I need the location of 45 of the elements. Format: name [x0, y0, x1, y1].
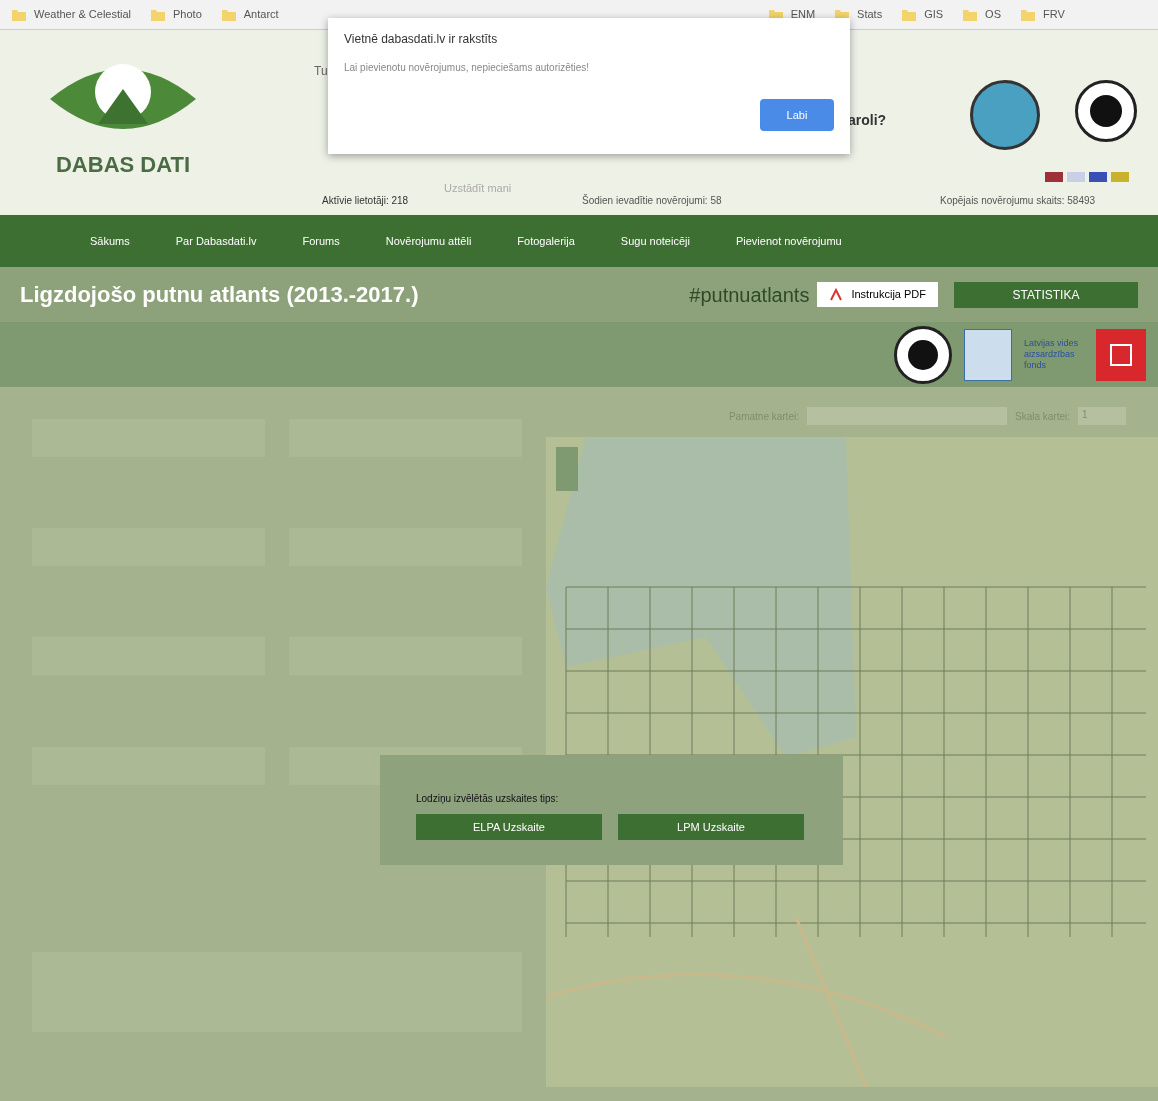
ok-button[interactable]: Labi	[760, 99, 834, 131]
flag-icon[interactable]	[1089, 172, 1107, 182]
bookmark-link[interactable]: OS	[985, 6, 1001, 23]
statistics-button[interactable]: STATISTIKA	[954, 281, 1138, 308]
folder-icon	[12, 8, 26, 21]
active-users-text: Aktīvie lietotāji: 218	[322, 194, 409, 208]
zoom-control[interactable]	[556, 447, 578, 491]
bookmark-link[interactable]: FRV	[1043, 6, 1065, 23]
nav-link[interactable]: Forums	[302, 232, 340, 250]
nav-link[interactable]: Sākums	[90, 232, 130, 250]
nav-link[interactable]: Pievienot novērojumu	[735, 232, 842, 250]
alert-message: Lai pievienotu novērojumus, nepieciešams autorizēties!	[344, 61, 591, 75]
folder-icon	[221, 8, 236, 21]
hashtag-text: #putnuatlants	[689, 282, 810, 308]
bookmark-link[interactable]: Weather & Celestial	[34, 6, 131, 23]
total-count-text: Kopējais novērojumu skaits: 58493	[940, 194, 1096, 208]
bookmark-link[interactable]: Antarct	[243, 6, 279, 23]
nav-link[interactable]: Par Dabasdati.lv	[175, 232, 257, 250]
nav-link[interactable]: Novērojumu attēli	[385, 232, 472, 250]
logo-text: DABAS DATI	[56, 151, 190, 179]
bookmark-link[interactable]: Stats	[857, 6, 883, 23]
bookmark-link[interactable]: GIS	[924, 6, 944, 23]
survey-type-button[interactable]: LPM Uzskaite	[618, 814, 804, 840]
partner-name-text: Latvijas vides aizsardzības fonds	[1024, 338, 1080, 371]
survey-type-label: Lodziņu izvēlētās uzskaites tips:	[416, 792, 560, 806]
wave-logo-icon	[964, 328, 1012, 381]
greeting-text: Tu	[314, 63, 328, 80]
nav-link[interactable]: Fotogalerija	[517, 232, 575, 250]
page-title: Ligzdojošo putnu atlants (2013.-2017.)	[20, 281, 419, 309]
folder-icon	[151, 8, 165, 21]
flag-icon[interactable]	[1045, 172, 1063, 182]
question-text: aroli?	[848, 111, 887, 130]
flag-icon[interactable]	[1067, 172, 1085, 182]
pdf-button[interactable]: Instrukcija PDF	[817, 282, 938, 307]
today-count-text: Šodien ievadītie novērojumi: 58	[582, 193, 722, 208]
pdf-icon	[829, 287, 844, 302]
nav-link[interactable]: Sugu noteicēji	[620, 232, 690, 250]
alert-title: Vietnē dabasdati.lv ir rakstīts	[344, 31, 499, 48]
folder-icon	[902, 8, 917, 21]
folder-icon	[1021, 8, 1035, 21]
folder-icon	[963, 8, 978, 21]
bird-logo-icon	[894, 325, 952, 384]
flag-icon[interactable]	[1111, 172, 1129, 182]
survey-type-button[interactable]: ELPA Uzskaite	[416, 814, 602, 840]
bookmark-link[interactable]: Photo	[173, 6, 202, 23]
